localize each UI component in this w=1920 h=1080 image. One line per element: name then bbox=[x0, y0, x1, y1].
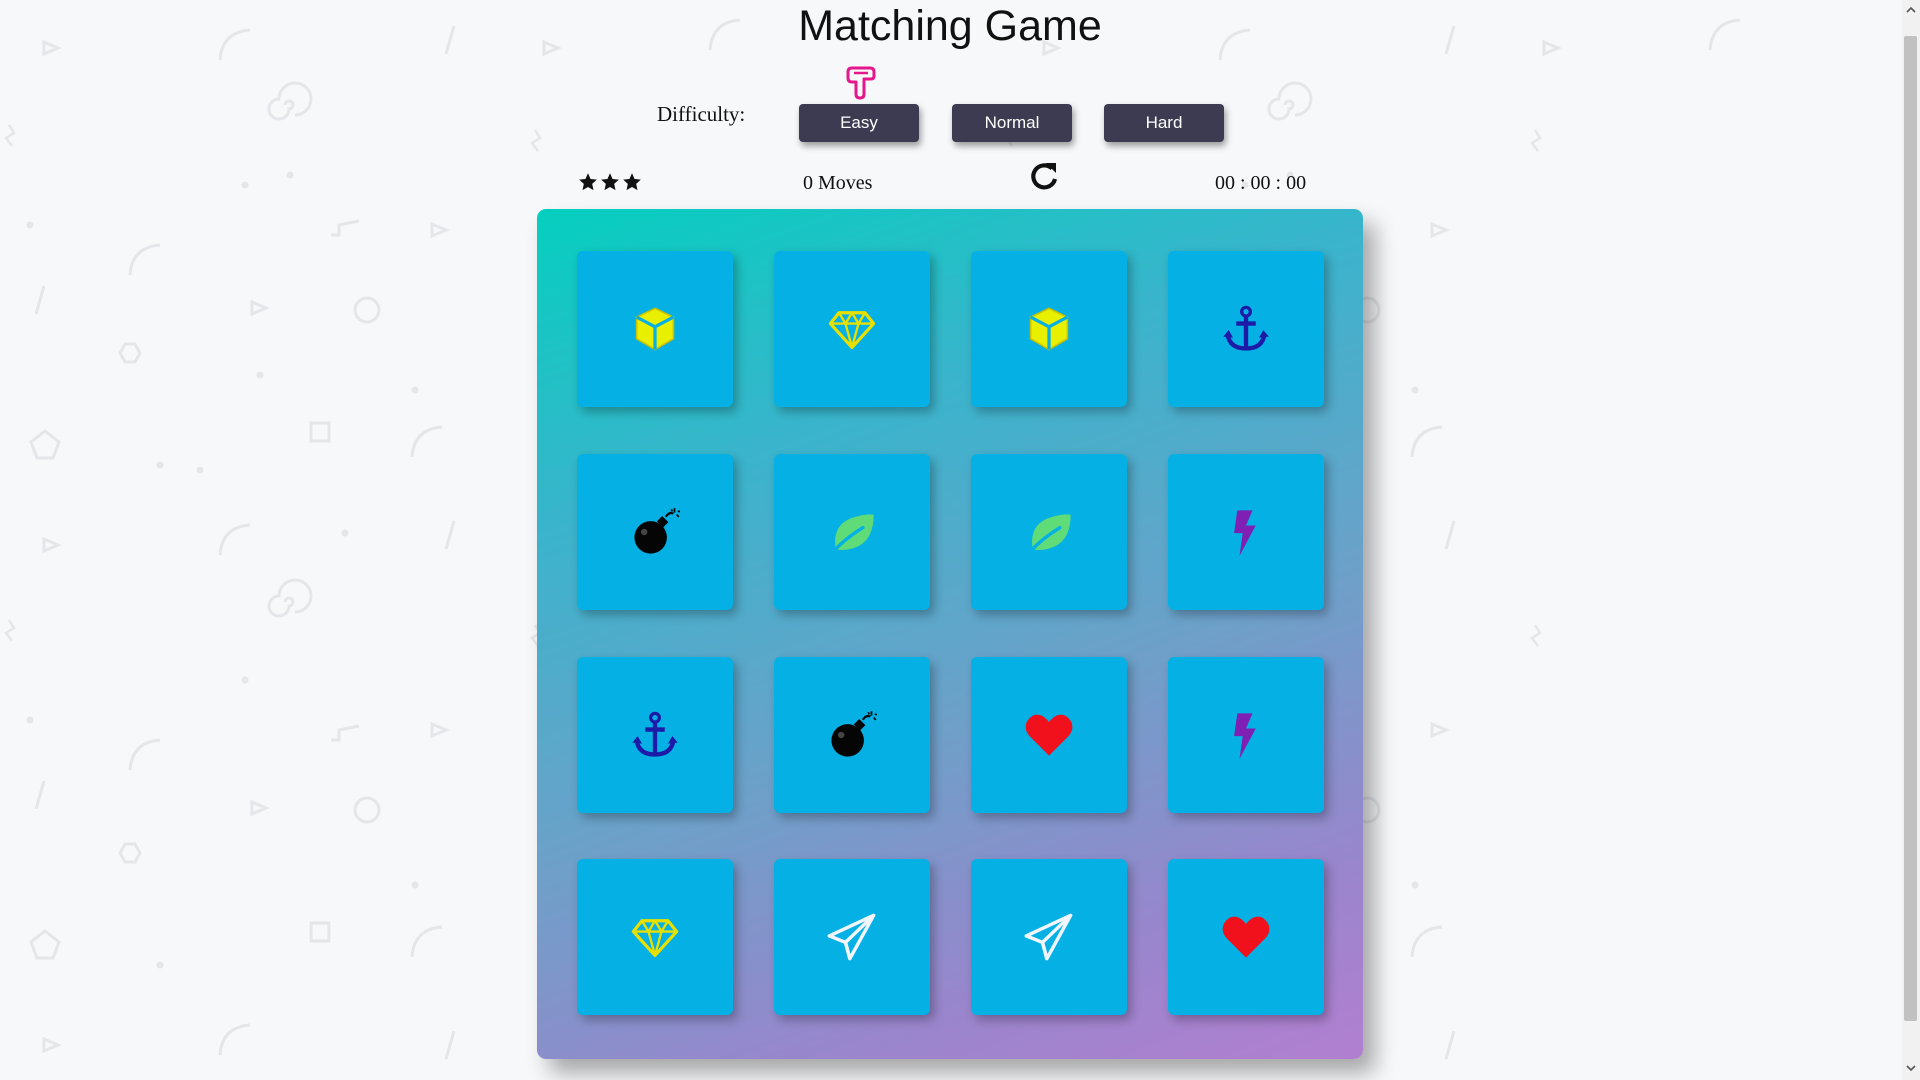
card[interactable] bbox=[971, 859, 1127, 1015]
diamond-icon bbox=[631, 919, 679, 958]
heart-icon bbox=[1025, 714, 1073, 756]
scroll-up-icon[interactable] bbox=[1905, 4, 1917, 16]
page-title: Matching Game bbox=[798, 2, 1102, 50]
star-icon bbox=[579, 173, 597, 191]
leaf-icon bbox=[828, 514, 874, 557]
easy-button[interactable]: Easy bbox=[799, 104, 919, 142]
card[interactable] bbox=[1168, 859, 1324, 1015]
card[interactable] bbox=[774, 454, 930, 610]
card[interactable] bbox=[577, 454, 733, 610]
leaf-icon bbox=[1025, 514, 1071, 557]
card[interactable] bbox=[971, 657, 1127, 813]
star-icon bbox=[601, 173, 619, 191]
bolt-icon bbox=[1234, 510, 1256, 556]
anchor-icon bbox=[632, 711, 678, 757]
normal-button[interactable]: Normal bbox=[952, 104, 1072, 142]
card[interactable] bbox=[774, 859, 930, 1015]
heart-icon bbox=[1222, 916, 1270, 958]
paper-plane-icon bbox=[827, 913, 876, 961]
card[interactable] bbox=[774, 251, 930, 407]
card[interactable] bbox=[1168, 454, 1324, 610]
moves-label: Moves bbox=[818, 172, 873, 194]
scrollbar-thumb[interactable] bbox=[1904, 36, 1917, 1021]
bomb-icon bbox=[831, 711, 877, 757]
moves-counter: 0 Moves bbox=[803, 172, 872, 195]
star-icon bbox=[623, 173, 641, 191]
card[interactable] bbox=[577, 859, 733, 1015]
star-rating bbox=[578, 172, 642, 192]
cube-icon bbox=[1029, 307, 1069, 351]
card[interactable] bbox=[971, 454, 1127, 610]
diamond-icon bbox=[828, 311, 876, 350]
restart-icon[interactable] bbox=[1027, 160, 1061, 194]
paper-plane-icon bbox=[1024, 913, 1073, 961]
card[interactable] bbox=[774, 657, 930, 813]
hard-button[interactable]: Hard bbox=[1104, 104, 1224, 142]
bolt-icon bbox=[1234, 713, 1256, 759]
hand-pointer-icon bbox=[846, 66, 876, 100]
anchor-icon bbox=[1223, 305, 1269, 351]
moves-count: 0 bbox=[803, 172, 813, 194]
timer: 00 : 00 : 00 bbox=[1215, 172, 1307, 194]
cube-icon bbox=[635, 307, 675, 351]
difficulty-label: Difficulty: bbox=[657, 102, 746, 126]
bomb-icon bbox=[634, 508, 680, 554]
card[interactable] bbox=[577, 657, 733, 813]
card-deck bbox=[537, 209, 1363, 1059]
card[interactable] bbox=[1168, 251, 1324, 407]
card[interactable] bbox=[1168, 657, 1324, 813]
card[interactable] bbox=[577, 251, 733, 407]
scroll-down-icon[interactable] bbox=[1905, 1062, 1917, 1074]
card[interactable] bbox=[971, 251, 1127, 407]
